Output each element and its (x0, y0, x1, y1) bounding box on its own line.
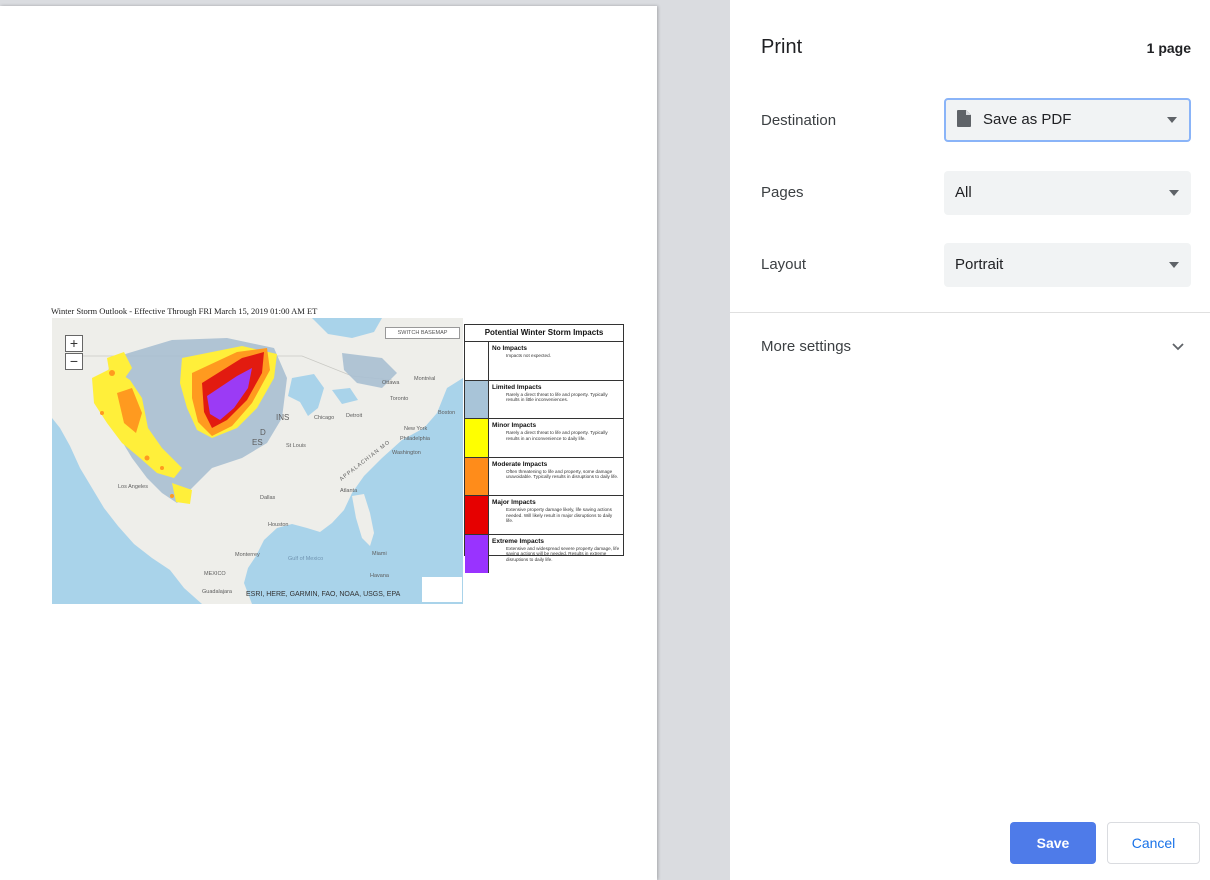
page-count: 1 page (1146, 40, 1191, 56)
map-graphic (52, 318, 463, 604)
map-label-es: ES (252, 438, 263, 447)
legend-item-desc: Impacts not expected. (506, 353, 551, 358)
zoom-in-button[interactable]: + (65, 335, 83, 352)
legend-swatch (465, 342, 489, 380)
legend-item-name: Major Impacts (492, 499, 536, 506)
legend-item-name: Limited Impacts (492, 383, 542, 391)
destination-value: Save as PDF (983, 111, 1072, 128)
legend-item-name: No Impacts (492, 345, 528, 352)
pages-label: Pages (761, 184, 804, 201)
destination-select[interactable]: Save as PDF (944, 98, 1191, 142)
map-label-gulf-of-mexico: Gulf of Mexico (288, 556, 324, 562)
layout-value: Portrait (955, 256, 1004, 273)
chevron-down-icon (1169, 190, 1179, 196)
legend-swatch (465, 496, 489, 534)
impact-legend: Potential Winter Storm Impacts No Impact… (464, 324, 624, 573)
legend-item-name: Moderate Impacts (492, 460, 548, 468)
legend-item-desc: Extensive property damage likely, life s… (506, 507, 613, 524)
legend-swatch (465, 419, 489, 457)
switch-basemap-button[interactable]: SWITCH BASEMAP (385, 327, 460, 339)
legend-item-desc: Rarely a direct threat to life and prope… (506, 430, 608, 441)
chevron-down-icon (1167, 117, 1177, 123)
legend-swatch (465, 380, 489, 418)
legend-item: Minor Impacts Rarely a direct threat to l… (465, 419, 623, 458)
map-label-guadalajara: Guadalajara (202, 589, 232, 595)
map-label-monterrey: Monterrey (235, 552, 260, 558)
map-label-chicago: Chicago (314, 415, 335, 421)
map-label-toronto: Toronto (390, 396, 409, 402)
map-label-dallas: Dallas (260, 495, 276, 501)
more-settings-label: More settings (761, 338, 852, 355)
florida (352, 494, 374, 546)
document-title: Winter Storm Outlook - Effective Through… (51, 306, 318, 316)
legend-item: Extreme Impacts Extensive and widespread … (465, 534, 623, 573)
map-label-montreal: Montréal (414, 376, 436, 382)
map-label-mexico: MEXICO (204, 571, 226, 577)
legend-swatch (465, 534, 489, 573)
map-label-boston: Boston (438, 410, 456, 416)
pages-select[interactable]: All (944, 171, 1191, 215)
more-settings-toggle[interactable]: More settings (730, 326, 1210, 370)
map-label-st-louis: St Louis (286, 443, 306, 449)
storm-map: + − SWITCH BASEMAP Ottawa Montréal Toron… (52, 318, 463, 604)
legend-item: No Impacts Impacts not expected. (465, 342, 623, 381)
legend-item: Major Impacts Extensive property damage l… (465, 496, 623, 535)
legend-title: Potential Winter Storm Impacts (465, 325, 623, 342)
print-preview-area: Winter Storm Outlook - Effective Through… (0, 0, 730, 880)
map-label-houston: Houston (268, 522, 289, 528)
map-attribution: ESRI, HERE, GARMIN, FAO, NOAA, USGS, EPA (246, 591, 401, 598)
legend-item: Limited Impacts Rarely a direct threat to… (465, 380, 623, 419)
pages-value: All (955, 184, 972, 201)
legend-item-desc: Rarely a direct threat to life and prope… (506, 391, 608, 403)
file-icon (957, 109, 971, 127)
chevron-down-icon (1169, 262, 1179, 268)
map-label-ottawa: Ottawa (382, 380, 400, 386)
zoom-out-button[interactable]: − (65, 353, 83, 370)
print-title: Print (761, 36, 803, 58)
cancel-button[interactable]: Cancel (1107, 822, 1200, 864)
save-button[interactable]: Save (1010, 822, 1096, 864)
legend-item-name: Extreme Impacts (492, 537, 545, 545)
destination-label: Destination (761, 112, 837, 129)
legend-item-desc: Extensive and widespread severe property… (506, 545, 620, 562)
legend-item-name: Minor Impacts (492, 422, 537, 429)
expand-chevron-icon (1172, 343, 1184, 351)
layout-label: Layout (761, 256, 807, 273)
divider (730, 312, 1210, 313)
map-label-los-angeles: Los Angeles (118, 484, 148, 490)
map-label-miami: Miami (372, 551, 387, 557)
map-label-atlanta: Atlanta (340, 488, 358, 494)
map-label-detroit: Detroit (346, 413, 363, 419)
preview-page: Winter Storm Outlook - Effective Through… (0, 6, 657, 880)
map-label-philadelphia: Philadelphia (400, 436, 430, 442)
legend-swatch (465, 457, 489, 495)
map-label-ins: INS (276, 413, 290, 422)
map-label-new-york: New York (404, 426, 428, 432)
layout-select[interactable]: Portrait (944, 243, 1191, 287)
print-settings-panel: Print 1 page Destination Save as PDF Pag… (730, 0, 1210, 880)
map-label-washington: Washington (392, 450, 421, 456)
legend-item: Moderate Impacts Often threatening to lif… (465, 457, 623, 496)
map-label-d: D (260, 428, 266, 437)
legend-item-desc: Often threatening to life and property, … (506, 468, 619, 480)
map-label-havana: Havana (370, 573, 389, 579)
legend-rows: No Impacts Impacts not expected. Limited … (465, 342, 623, 573)
map-blank-box (422, 577, 462, 602)
